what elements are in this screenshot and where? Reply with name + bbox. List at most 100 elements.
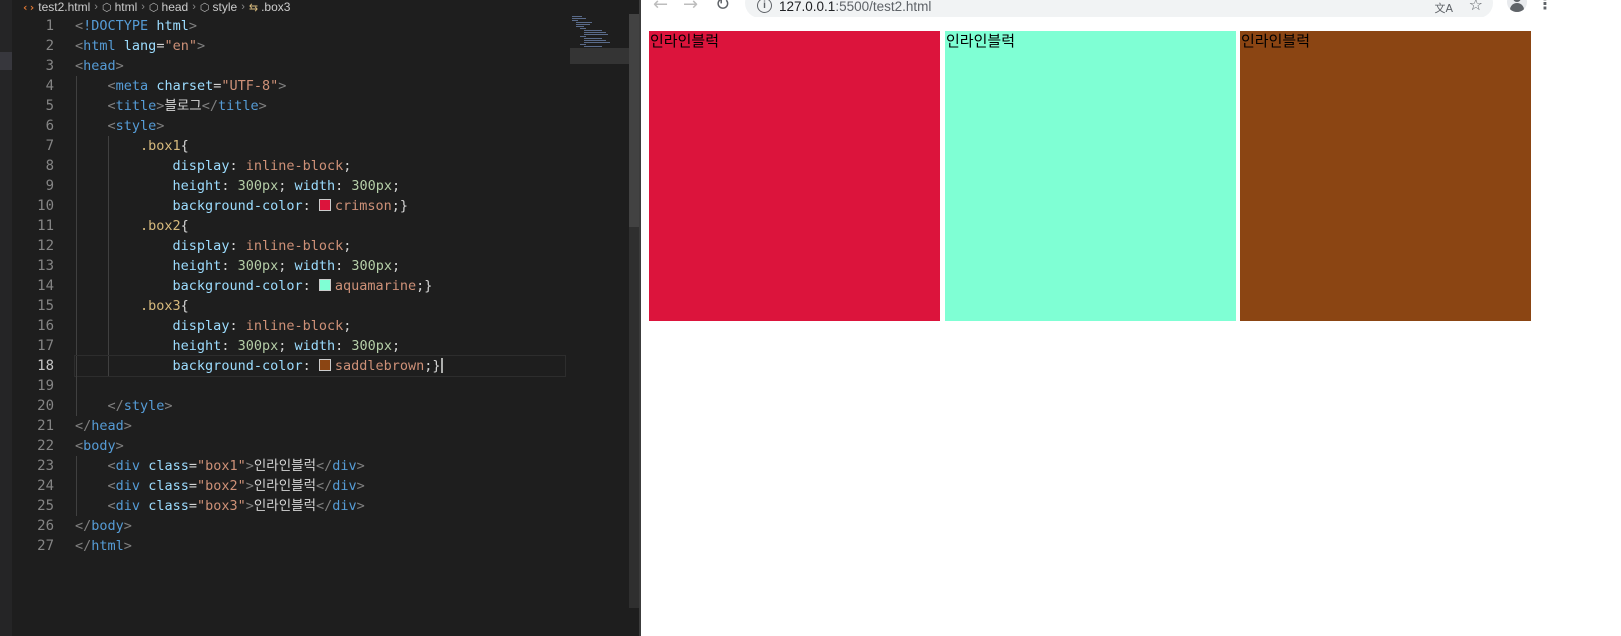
line-number: 3	[45, 58, 54, 74]
line-number: 24	[37, 478, 54, 494]
selector-icon: ⇆	[248, 1, 259, 14]
code-line[interactable]: display: inline-block;	[75, 236, 565, 256]
back-arrow-icon[interactable]: ←	[653, 0, 668, 15]
line-number: 27	[37, 538, 54, 554]
line-number: 7	[45, 138, 54, 154]
code-line[interactable]: </html>	[75, 536, 565, 556]
line-number: 6	[45, 118, 54, 134]
breadcrumb-label: test2.html	[38, 0, 91, 14]
reload-icon[interactable]: ↻	[715, 0, 730, 15]
star-icon[interactable]: ☆	[1469, 0, 1483, 14]
minimap[interactable]	[570, 14, 630, 74]
info-icon[interactable]: i	[757, 0, 772, 13]
vertical-scrollbar[interactable]	[629, 14, 639, 608]
code-line[interactable]: background-color: aquamarine;}	[75, 276, 565, 296]
activity-strip	[0, 0, 12, 636]
breadcrumb-item-style[interactable]: ⬡ style	[200, 0, 237, 14]
line-number-gutter: 1 2 3 4 5 6 7 8 9 10 11 12 13 14 15 16 17 18 19 20 21 22 23 24 2…	[12, 16, 62, 556]
code-line[interactable]: .box2{	[75, 216, 565, 236]
breadcrumb-item-selector[interactable]: ⇆ .box3	[249, 0, 291, 14]
line-number: 22	[37, 438, 54, 454]
line-number: 21	[37, 418, 54, 434]
code-line[interactable]: <meta charset="UTF-8">	[75, 76, 565, 96]
box1: 인라인블럭	[649, 31, 940, 321]
box3-text: 인라인블럭	[1241, 32, 1311, 50]
breadcrumb-label: .box3	[261, 0, 291, 14]
box2: 인라인블럭	[945, 31, 1236, 321]
address-bar[interactable]: i 127.0.0.1:5500/test2.html 文A ☆	[745, 0, 1493, 18]
breadcrumb-item-head[interactable]: ⬡ head	[149, 0, 188, 14]
profile-avatar-icon[interactable]	[1507, 0, 1527, 12]
forward-arrow-icon[interactable]: →	[683, 0, 698, 15]
line-number: 18	[37, 358, 54, 374]
line-number: 13	[37, 258, 54, 274]
chevron-right-icon: ›	[141, 1, 145, 13]
code-line[interactable]: display: inline-block;	[75, 316, 565, 336]
line-number: 19	[37, 378, 54, 394]
box3: 인라인블럭	[1240, 31, 1531, 321]
browser-toolbar: ← → ↻ i 127.0.0.1:5500/test2.html 文A ☆ ⋮	[641, 0, 1621, 18]
code-line[interactable]: <div class="box1">인라인블럭</div>	[75, 456, 565, 476]
code-editor[interactable]: ‹› test2.html › ⬡ html › ⬡ head › ⬡ styl…	[0, 0, 660, 636]
code-line[interactable]: display: inline-block;	[75, 156, 565, 176]
more-menu-icon[interactable]: ⋮	[1537, 0, 1553, 13]
html-file-icon: ‹›	[22, 0, 36, 14]
breadcrumb-label: html	[114, 0, 138, 14]
translate-icon[interactable]: 文A	[1434, 0, 1453, 16]
code-line[interactable]: height: 300px; width: 300px;	[75, 256, 565, 276]
line-number: 16	[37, 318, 54, 334]
line-number: 4	[45, 78, 54, 94]
code-line[interactable]: .box1{	[75, 136, 565, 156]
line-number: 14	[37, 278, 54, 294]
code-line[interactable]: height: 300px; width: 300px;	[75, 176, 565, 196]
line-number: 9	[45, 178, 54, 194]
element-icon: ⬡	[148, 1, 159, 14]
code-line[interactable]: </body>	[75, 516, 565, 536]
url-text[interactable]: 127.0.0.1:5500/test2.html	[779, 0, 931, 14]
color-swatch[interactable]	[318, 199, 331, 211]
page-viewport: 인라인블럭 인라인블럭 인라인블럭	[641, 17, 1621, 636]
element-icon: ⬡	[199, 1, 210, 14]
code-line[interactable]: background-color: crimson;}	[75, 196, 565, 216]
breadcrumb-label: head	[161, 0, 189, 14]
line-number: 23	[37, 458, 54, 474]
code-line[interactable]: <div class="box3">인라인블럭</div>	[75, 496, 565, 516]
breadcrumb-item-html[interactable]: ⬡ html	[102, 0, 137, 14]
breadcrumb: ‹› test2.html › ⬡ html › ⬡ head › ⬡ styl…	[22, 0, 290, 14]
breadcrumb-label: style	[212, 0, 238, 14]
code-line[interactable]	[75, 376, 565, 396]
code-line[interactable]: <!DOCTYPE html>	[75, 16, 565, 36]
line-number: 17	[37, 338, 54, 354]
code-line[interactable]: <body>	[75, 436, 565, 456]
scrollbar-thumb[interactable]	[629, 14, 639, 227]
line-number: 12	[37, 238, 54, 254]
code-line[interactable]: <html lang="en">	[75, 36, 565, 56]
line-number: 10	[37, 198, 54, 214]
code-line[interactable]: <style>	[75, 116, 565, 136]
code-line[interactable]: height: 300px; width: 300px;	[75, 336, 565, 356]
code-line[interactable]: <title>블로그</title>	[75, 96, 565, 116]
line-number: 1	[45, 18, 54, 34]
browser-window: ← → ↻ i 127.0.0.1:5500/test2.html 文A ☆ ⋮…	[641, 0, 1621, 636]
chevron-right-icon: ›	[94, 1, 98, 13]
code-line[interactable]: <div class="box2">인라인블럭</div>	[75, 476, 565, 496]
color-swatch[interactable]	[318, 359, 331, 371]
chevron-right-icon: ›	[192, 1, 196, 13]
active-marker	[0, 52, 12, 70]
code-line[interactable]: </style>	[75, 396, 565, 416]
breadcrumb-item-file[interactable]: ‹› test2.html	[22, 0, 90, 14]
text-cursor	[440, 358, 443, 373]
line-number: 8	[45, 158, 54, 174]
code-line-current[interactable]: background-color: saddlebrown;}	[74, 355, 566, 377]
box1-text: 인라인블럭	[650, 32, 720, 50]
code-line[interactable]: </head>	[75, 416, 565, 436]
line-number: 5	[45, 98, 54, 114]
code-line[interactable]: .box3{	[75, 296, 565, 316]
code-area[interactable]: <!DOCTYPE html> <html lang="en"> <head> …	[74, 16, 566, 556]
line-number: 2	[45, 38, 54, 54]
line-number: 15	[37, 298, 54, 314]
line-number: 11	[37, 218, 54, 234]
minimap-viewport[interactable]	[570, 48, 630, 64]
code-line[interactable]: <head>	[75, 56, 565, 76]
color-swatch[interactable]	[318, 279, 331, 291]
